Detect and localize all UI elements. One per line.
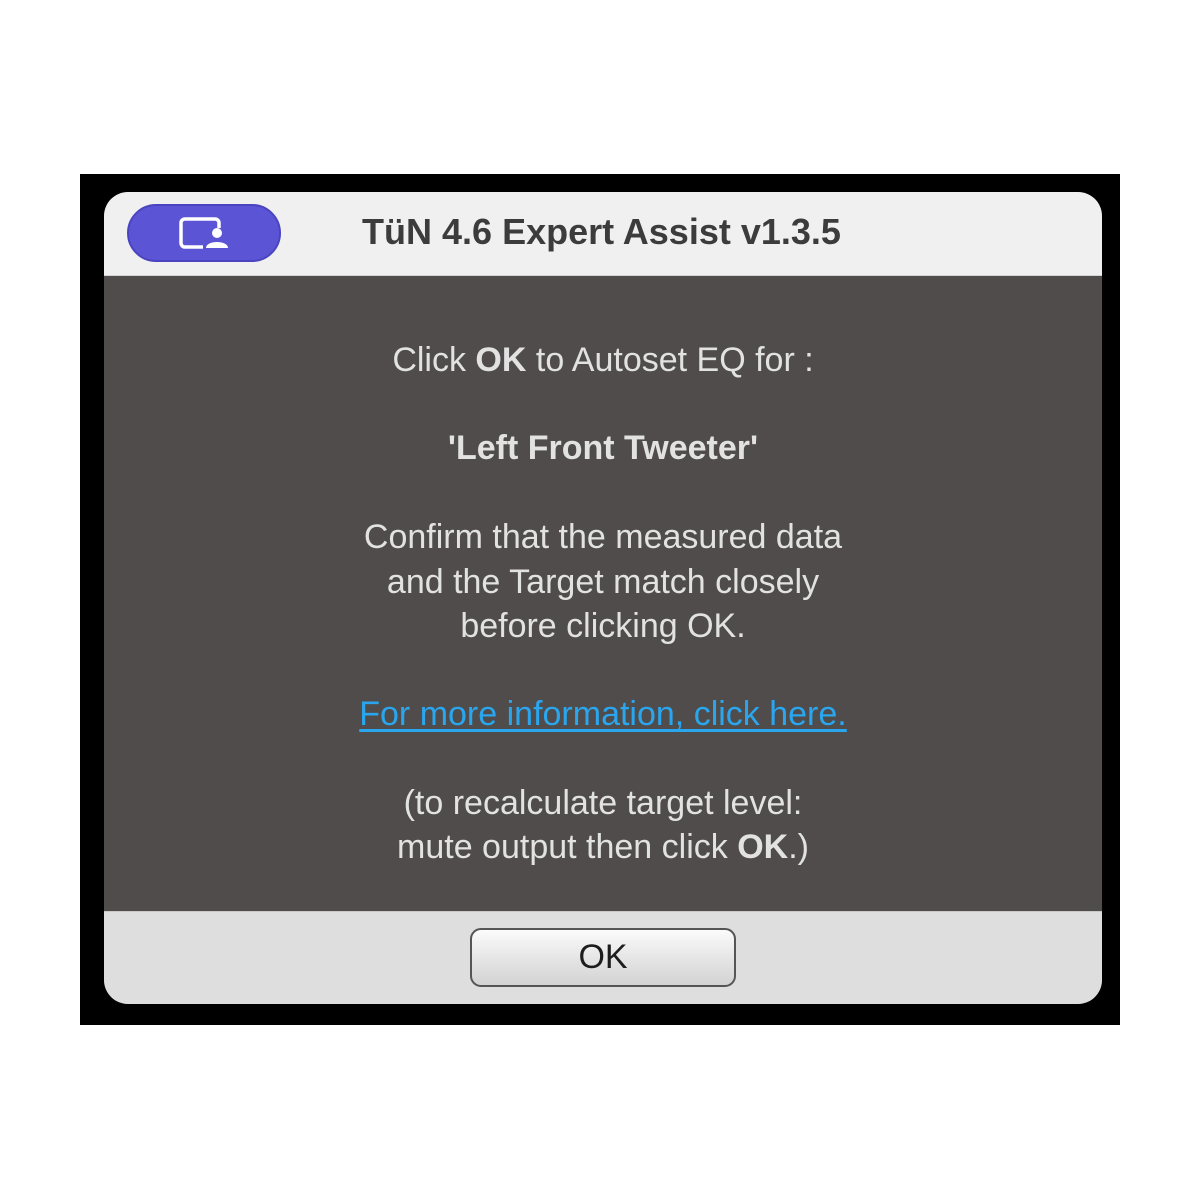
- more-info-link[interactable]: For more information, click here.: [359, 695, 847, 733]
- instruction-suffix: to Autoset EQ for :: [526, 341, 814, 379]
- ok-button[interactable]: OK: [470, 928, 736, 987]
- recalc-ok-bold: OK: [737, 828, 789, 866]
- recalc-line-1: (to recalculate target level:: [403, 784, 803, 822]
- recalc-suffix: .): [788, 828, 809, 866]
- click-ok-instruction: Click OK to Autoset EQ for :: [104, 338, 1102, 382]
- window-title: TüN 4.6 Expert Assist v1.3.5: [362, 211, 841, 252]
- message-panel: Click OK to Autoset EQ for : 'Left Front…: [104, 276, 1102, 911]
- instruction-prefix: Click: [392, 341, 476, 379]
- confirm-line-2: and the Target match closely: [386, 563, 820, 601]
- confirm-line-1: Confirm that the measured data: [363, 518, 843, 556]
- more-info-row: For more information, click here.: [104, 692, 1102, 736]
- app-badge[interactable]: [127, 204, 281, 262]
- recalc-prefix: mute output then click: [397, 828, 738, 866]
- expert-assist-dialog: TüN 4.6 Expert Assist v1.3.5 Click OK to…: [104, 192, 1102, 1004]
- speaker-name: 'Left Front Tweeter': [447, 429, 759, 467]
- instruction-ok-bold: OK: [475, 341, 527, 379]
- recalc-line-2: mute output then click OK.): [104, 825, 1102, 869]
- confirm-line-3: before clicking OK.: [460, 607, 746, 645]
- button-bar: OK: [104, 911, 1102, 1004]
- title-bar: TüN 4.6 Expert Assist v1.3.5: [104, 192, 1102, 276]
- screen-share-person-icon: [179, 217, 229, 250]
